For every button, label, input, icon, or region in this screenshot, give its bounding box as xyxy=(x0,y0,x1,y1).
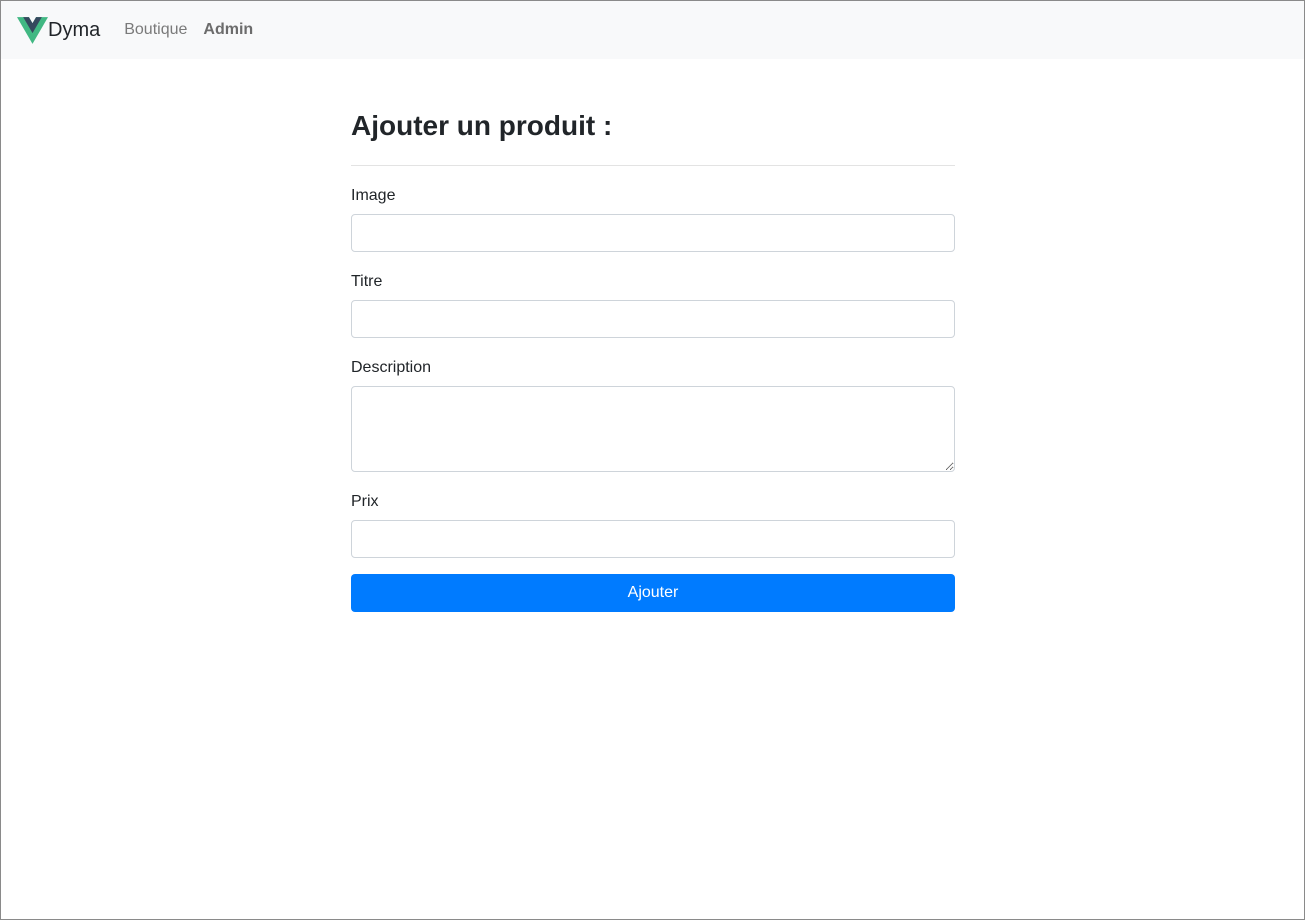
titre-input[interactable] xyxy=(351,300,955,338)
page-title: Ajouter un produit : xyxy=(351,110,613,141)
nav-link-boutique[interactable]: Boutique xyxy=(124,22,187,38)
brand-name: Dyma xyxy=(48,19,101,41)
description-textarea[interactable] xyxy=(351,386,955,472)
description-label: Description xyxy=(351,359,432,376)
image-input[interactable] xyxy=(351,214,955,252)
brand-link[interactable]: Dyma xyxy=(17,16,101,44)
divider xyxy=(351,165,955,166)
vue-logo-icon xyxy=(17,16,48,44)
nav-link-admin[interactable]: Admin xyxy=(203,22,253,38)
prix-label: Prix xyxy=(351,493,379,510)
browser-viewport: Dyma Boutique Admin Ajouter un produit :… xyxy=(0,0,1305,920)
navbar: Dyma Boutique Admin xyxy=(1,1,1304,59)
prix-input[interactable] xyxy=(351,520,955,558)
description-wrapper xyxy=(351,386,955,472)
titre-label: Titre xyxy=(351,273,383,290)
image-label: Image xyxy=(351,187,396,204)
ajouter-button[interactable]: Ajouter xyxy=(351,574,955,612)
